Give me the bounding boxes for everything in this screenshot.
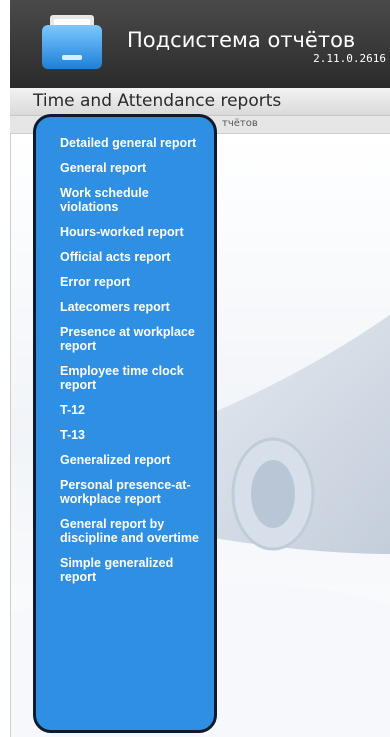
reports-dropdown-menu: Detailed general report General report W… — [33, 114, 217, 733]
menu-item-general-report[interactable]: General report — [60, 161, 204, 175]
menu-item-t13[interactable]: T-13 — [60, 428, 204, 442]
menu-item-employee-time-clock-report[interactable]: Employee time clock report — [60, 364, 204, 392]
folder-icon — [42, 15, 102, 69]
breadcrumb-text[interactable]: тчётов — [222, 118, 258, 129]
menu-item-detailed-general-report[interactable]: Detailed general report — [60, 136, 204, 150]
menu-item-official-acts-report[interactable]: Official acts report — [60, 250, 204, 264]
menu-item-presence-at-workplace-report[interactable]: Presence at workplace report — [60, 325, 204, 353]
menu-item-personal-presence-report[interactable]: Personal presence-at-workplace report — [60, 478, 204, 506]
menu-item-work-schedule-violations[interactable]: Work schedule violations — [60, 186, 204, 214]
section-bar: Time and Attendance reports — [10, 88, 390, 116]
app-header: Подсистема отчётов 2.11.0.2616 — [10, 0, 390, 88]
app-title: Подсистема отчётов — [127, 28, 356, 52]
app-version: 2.11.0.2616 — [313, 52, 386, 65]
menu-item-t12[interactable]: T-12 — [60, 403, 204, 417]
menu-item-general-report-discipline-overtime[interactable]: General report by discipline and overtim… — [60, 517, 204, 545]
section-title: Time and Attendance reports — [33, 91, 282, 111]
menu-item-simple-generalized-report[interactable]: Simple generalized report — [60, 556, 204, 584]
menu-item-hours-worked-report[interactable]: Hours-worked report — [60, 225, 204, 239]
menu-item-generalized-report[interactable]: Generalized report — [60, 453, 204, 467]
menu-item-error-report[interactable]: Error report — [60, 275, 204, 289]
menu-item-latecomers-report[interactable]: Latecomers report — [60, 300, 204, 314]
